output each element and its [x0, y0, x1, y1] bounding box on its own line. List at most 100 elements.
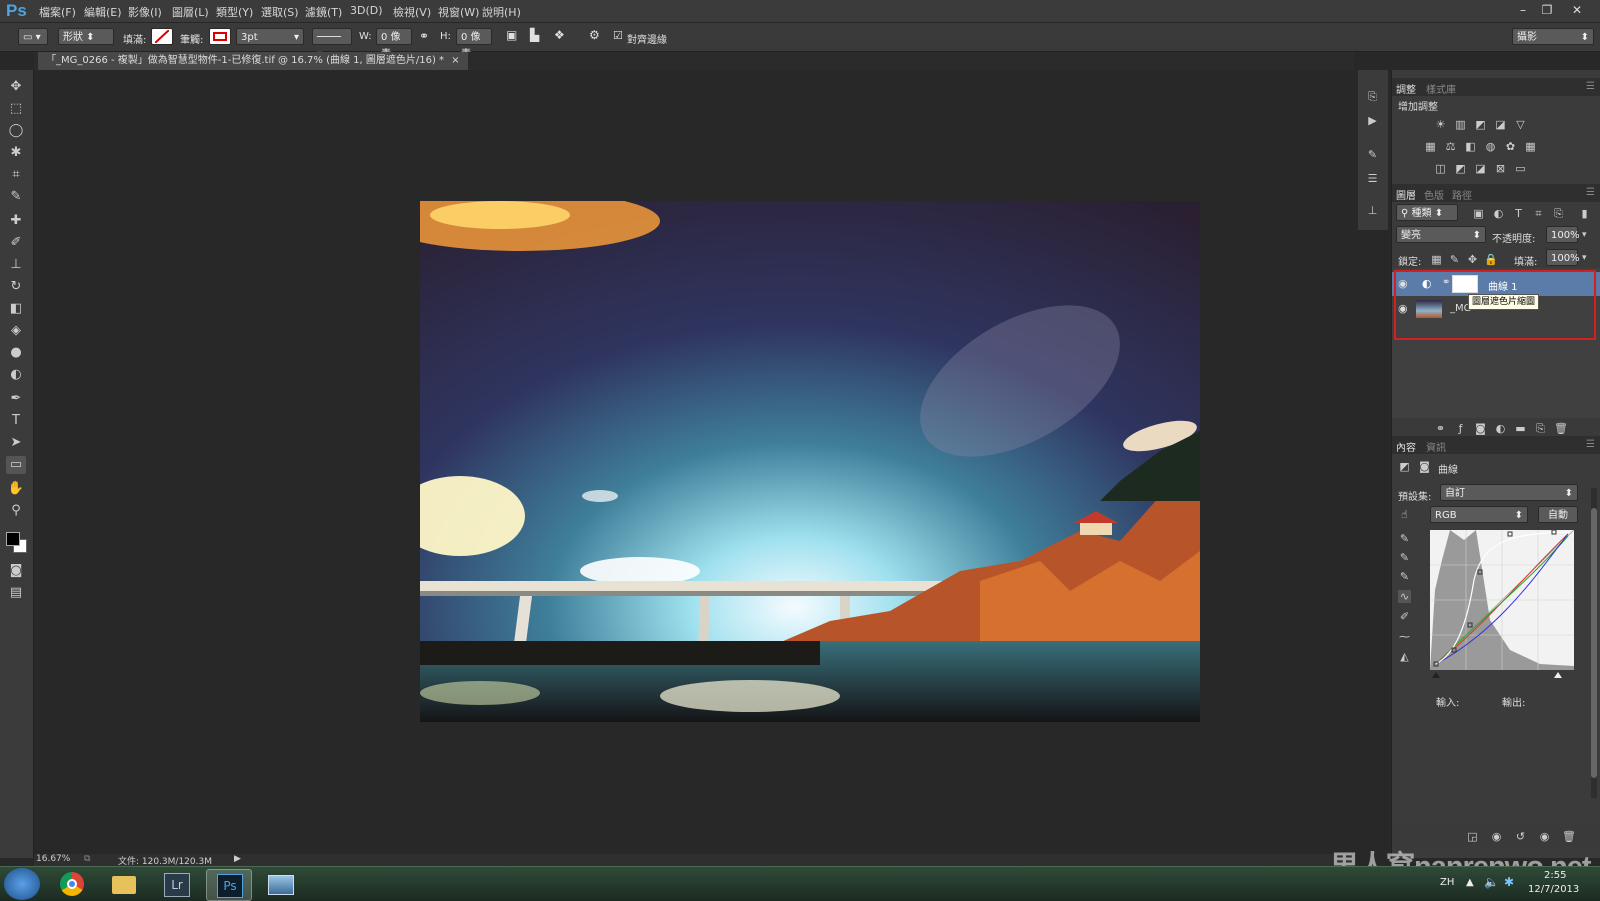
trash-icon[interactable]: 🗑 — [1562, 830, 1576, 843]
history-brush-icon[interactable]: ↻ — [6, 278, 26, 296]
color-balance-icon[interactable]: ⚖ — [1444, 140, 1457, 153]
smooth-curve-icon[interactable]: ⁓ — [1398, 630, 1411, 643]
menu-filter[interactable]: 濾鏡(T) — [305, 4, 342, 20]
healing-icon[interactable]: ✚ — [6, 212, 26, 230]
opacity-dropdown-icon[interactable]: ▾ — [1582, 230, 1587, 240]
layer-style-icon[interactable]: ƒ — [1454, 422, 1467, 435]
invert-icon[interactable]: ◫ — [1434, 162, 1447, 175]
menu-help[interactable]: 說明(H) — [482, 4, 521, 20]
actions-panel-icon[interactable]: ▶ — [1366, 114, 1379, 127]
close-tab-icon[interactable]: × — [451, 55, 459, 66]
tray-arrow-icon[interactable]: ▲ — [1466, 877, 1474, 888]
new-group-icon[interactable]: ▬ — [1514, 422, 1527, 435]
link-layers-icon[interactable]: ⚭ — [1434, 422, 1447, 435]
status-menu-icon[interactable]: ▶ — [234, 854, 241, 864]
tool-presets-panel-icon[interactable]: ☰ — [1366, 172, 1379, 185]
view-previous-icon[interactable]: ◉ — [1490, 830, 1503, 843]
gradient-map-icon[interactable]: ▽ — [1514, 118, 1527, 131]
brightness-icon[interactable]: ☀ — [1434, 118, 1447, 131]
brush-panel-icon[interactable]: ✎ — [1366, 148, 1379, 161]
stroke-width-field[interactable]: 3pt ▾ — [236, 28, 304, 45]
link-icon[interactable]: ⚭ — [419, 29, 429, 43]
photoshop-icon[interactable]: Ps — [206, 869, 252, 901]
exposure-icon[interactable]: ◪ — [1494, 118, 1507, 131]
pencil-curve-icon[interactable]: ✐ — [1398, 610, 1411, 623]
screen-mode-icon[interactable]: ▤ — [6, 584, 26, 602]
visibility-icon[interactable]: ◉ — [1538, 830, 1551, 843]
tab-layers[interactable]: 圖層 — [1396, 187, 1416, 202]
width-field[interactable]: 0 像素 — [376, 28, 412, 60]
lock-all-icon[interactable]: 🔒 — [1484, 253, 1498, 266]
selective-color-icon[interactable]: ⊠ — [1494, 162, 1507, 175]
window-icon[interactable] — [258, 869, 302, 899]
black-point-eyedropper-icon[interactable]: ✎ — [1398, 532, 1411, 545]
history-panel-icon[interactable]: ⎘ — [1366, 90, 1379, 103]
tab-styles[interactable]: 樣式庫 — [1426, 81, 1456, 96]
tab-info[interactable]: 資訊 — [1426, 439, 1446, 454]
reset-icon[interactable]: ↺ — [1514, 830, 1527, 843]
lasso-icon[interactable]: ◯ — [6, 122, 26, 140]
panel-menu-icon[interactable]: ☰ — [1586, 187, 1595, 198]
posterize-icon[interactable]: ◩ — [1454, 162, 1467, 175]
menu-type[interactable]: 類型(Y) — [216, 4, 253, 20]
black-white-icon[interactable]: ◧ — [1464, 140, 1477, 153]
menu-edit[interactable]: 編輯(E) — [84, 4, 122, 20]
magic-wand-icon[interactable]: ✱ — [6, 144, 26, 162]
stroke-type-select[interactable]: ──── ▾ — [312, 28, 352, 60]
filter-smart-object-icon[interactable]: ⎘ — [1552, 207, 1565, 220]
minimize-button[interactable]: – — [1512, 2, 1534, 18]
clip-to-layer-icon[interactable]: ◲ — [1466, 830, 1479, 843]
curves-graph[interactable] — [1430, 530, 1574, 678]
menu-image[interactable]: 影像(I) — [128, 4, 162, 20]
opacity-field[interactable]: 100% — [1546, 226, 1580, 243]
quick-mask-icon[interactable]: ◙ — [6, 562, 26, 580]
gradient-icon[interactable]: ▭ — [1514, 162, 1527, 175]
rectangle-icon[interactable]: ▭ — [6, 456, 26, 474]
path-select-icon[interactable]: ➤ — [6, 434, 26, 452]
fill-dropdown-icon[interactable]: ▾ — [1582, 253, 1587, 263]
channel-select[interactable]: RGB ⬍ — [1430, 506, 1528, 523]
type-icon[interactable]: T — [6, 412, 26, 430]
properties-scrollbar[interactable] — [1591, 488, 1597, 798]
tab-adjustments[interactable]: 調整 — [1396, 81, 1416, 96]
filter-adjustment-icon[interactable]: ◐ — [1492, 207, 1505, 220]
lock-transparent-icon[interactable]: ▦ — [1430, 253, 1443, 266]
color-lookup-icon[interactable]: ▦ — [1524, 140, 1537, 153]
tool-preset-picker[interactable]: ▭ ▾ — [18, 28, 48, 45]
tab-paths[interactable]: 路徑 — [1452, 187, 1472, 202]
menu-select[interactable]: 選取(S) — [261, 4, 299, 20]
close-button[interactable]: ✕ — [1566, 2, 1588, 18]
height-field[interactable]: 0 像素 — [456, 28, 492, 60]
language-indicator[interactable]: ZH — [1440, 877, 1454, 888]
scrollbar-thumb[interactable] — [1591, 508, 1597, 778]
blur-icon[interactable]: ● — [6, 344, 26, 362]
curves-icon[interactable]: ◩ — [1474, 118, 1487, 131]
fill-swatch[interactable] — [151, 28, 173, 45]
filter-type-icon[interactable]: T — [1512, 207, 1525, 220]
lock-pixels-icon[interactable]: ✎ — [1448, 253, 1461, 266]
zoom-icon[interactable]: ⚲ — [6, 502, 26, 520]
hand-icon[interactable]: ✋ — [6, 480, 26, 498]
fill-field[interactable]: 100% — [1546, 249, 1580, 266]
explorer-icon[interactable] — [102, 869, 146, 899]
eyedropper-icon[interactable]: ✎ — [6, 188, 26, 206]
path-alignment-icon[interactable]: ▙ — [530, 28, 539, 42]
filter-toggle-icon[interactable]: ▮ — [1578, 207, 1591, 220]
start-button[interactable] — [4, 868, 40, 900]
panel-menu-icon[interactable]: ☰ — [1586, 439, 1595, 450]
trash-icon[interactable]: 🗑 — [1554, 422, 1568, 435]
add-mask-icon[interactable]: ◙ — [1474, 422, 1487, 435]
filter-shape-icon[interactable]: ⌗ — [1532, 207, 1545, 220]
preset-select[interactable]: 自訂 ⬍ — [1440, 484, 1578, 501]
tab-properties[interactable]: 內容 — [1396, 439, 1416, 454]
path-operations-icon[interactable]: ▣ — [506, 28, 517, 42]
photo-filter-icon[interactable]: ◍ — [1484, 140, 1497, 153]
crop-icon[interactable]: ⌗ — [6, 166, 26, 184]
levels-icon[interactable]: ▥ — [1454, 118, 1467, 131]
tab-channels[interactable]: 色版 — [1424, 187, 1444, 202]
vibrance-icon[interactable]: ▦ — [1424, 140, 1437, 153]
stroke-swatch[interactable] — [209, 28, 231, 45]
gray-point-eyedropper-icon[interactable]: ✎ — [1398, 551, 1411, 564]
share-icon[interactable]: ⧉ — [84, 854, 90, 864]
layer-filter-select[interactable]: ⚲ 種類 ⬍ — [1396, 204, 1458, 221]
